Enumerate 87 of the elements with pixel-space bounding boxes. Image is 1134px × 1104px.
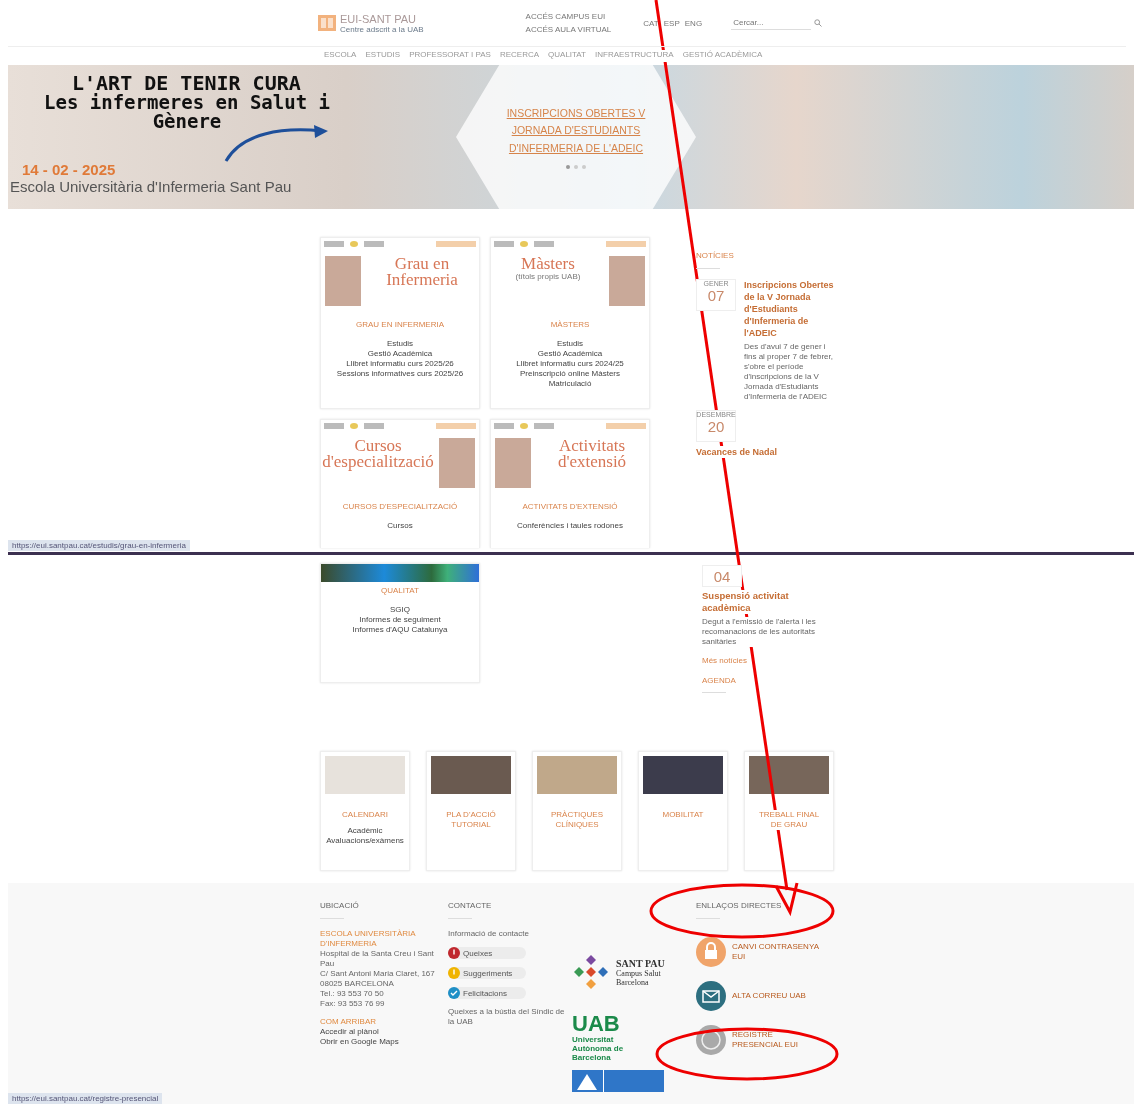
program-heading-link[interactable]: CURSOS D'ESPECIALITZACIÓ	[342, 502, 458, 511]
program-link[interactable]: SGIQ	[390, 605, 410, 614]
more-news-link[interactable]: Més notícies	[702, 656, 747, 665]
search-field[interactable]: Cercar...	[731, 16, 812, 30]
program-link[interactable]: Preinscripció online Màsters	[519, 369, 620, 378]
map-link[interactable]: Accedir al plànol	[320, 1027, 448, 1037]
language-link[interactable]: ENG	[684, 18, 703, 28]
footer-heading: CONTACTE	[448, 901, 493, 910]
nav-item[interactable]: INFRAESTRUCTURA	[595, 50, 674, 62]
language-link[interactable]: ESP	[663, 18, 680, 28]
direct-link[interactable]: CANVI CONTRASENYA EUI	[732, 942, 824, 962]
banner-title: L'ART DE TENIR CURA	[72, 73, 301, 93]
photo-placeholder	[495, 438, 531, 488]
slide-link[interactable]: INSCRIPCIONS OBERTES V JORNADA D'ESTUDIANTS D'INFERMERIA DE L'ADEIC	[506, 104, 646, 158]
address-line: 08025 BARCELONA	[320, 979, 395, 989]
banner-date: 14 - 02 - 2025	[22, 161, 117, 178]
exclamation-icon	[448, 947, 460, 959]
program-heading-link[interactable]: GRAU EN INFERMERIA	[356, 320, 444, 329]
partner-name: UAB	[572, 1013, 621, 1035]
program-image-title: Màsters	[520, 256, 576, 272]
top-link[interactable]: ACCÉS AULA VIRTUAL	[525, 25, 636, 34]
bulb-icon	[448, 967, 460, 979]
address-line: C/ Sant Antoni Maria Claret, 167	[320, 969, 436, 979]
footer-subheading: COM ARRIBAR	[320, 1017, 377, 1027]
diamond-logo-icon	[572, 953, 610, 991]
program-link[interactable]: Llibret informatiu curs 2024/25	[516, 359, 624, 368]
envelope-icon[interactable]	[696, 981, 726, 1011]
program-link[interactable]: Gestió Acadèmica	[367, 349, 433, 358]
program-link[interactable]: Llibret informatiu curs 2025/26	[346, 359, 454, 368]
map-link[interactable]: Obrir en Google Maps	[320, 1037, 448, 1047]
program-heading-link[interactable]: ACTIVITATS D'EXTENSIÓ	[522, 502, 618, 511]
news-title-link[interactable]: Inscripcions Obertes de la V Jornada d'Estudiants d'Infermeria de l'ADEIC	[744, 279, 836, 339]
banner-school-name: Escola Universitària d'Infermeria Sant Pau	[10, 178, 293, 195]
banner-subtitle: Les infermeres en Salut i Gènere	[43, 93, 331, 131]
carousel-dot[interactable]	[574, 165, 578, 170]
status-url: https://eui.santpau.cat/estudis/grau-en-infermeria	[8, 540, 190, 551]
check-icon	[448, 987, 460, 999]
direct-link[interactable]: ALTA CORREU UAB	[732, 991, 824, 1001]
photo-placeholder	[609, 256, 645, 306]
address-line: Tel.: 93 553 70 50	[320, 989, 385, 999]
program-link[interactable]: Informes de seguiment	[359, 615, 441, 624]
feedback-button[interactable]: Felicitacions	[448, 987, 526, 999]
feedback-button[interactable]: Queixes	[448, 947, 526, 959]
program-image-title: Activitats d'extensió	[556, 438, 628, 470]
program-link[interactable]: Gestió Acadèmica	[537, 349, 603, 358]
photo-placeholder	[325, 256, 361, 306]
seal-icon[interactable]	[696, 1025, 726, 1055]
address-line: Hospital de la Santa Creu i Sant Pau	[320, 949, 435, 969]
program-image-subtitle: (títols propis UAB)	[514, 272, 582, 281]
footer-note: Queixes a la bústia del Síndic de la UAB	[448, 1007, 566, 1027]
feedback-button[interactable]: Suggeriments	[448, 967, 526, 979]
footer-heading: UBICACIÓ	[320, 901, 360, 910]
carousel-dot[interactable]	[582, 165, 586, 170]
carousel-dot[interactable]	[566, 165, 570, 170]
program-link[interactable]: Sessions informatives curs 2025/26	[336, 369, 464, 378]
lock-icon[interactable]	[696, 937, 726, 967]
photo-placeholder	[439, 438, 475, 488]
program-link[interactable]: Conferències i taules rodones	[517, 521, 623, 530]
service-link[interactable]: Avaluacions/exàmens	[326, 836, 404, 846]
status-url: https://eui.santpau.cat/registre-presencial	[8, 1093, 163, 1104]
program-link[interactable]: Cursos	[387, 521, 413, 530]
contact-link[interactable]: Informació de contacte	[448, 929, 566, 939]
language-link[interactable]: CAT	[643, 18, 659, 28]
program-link[interactable]: Matriculació	[548, 379, 592, 388]
program-link[interactable]: Estudis	[556, 339, 584, 348]
search-icon[interactable]	[814, 19, 823, 27]
partner-subtitle: Campus Salut Barcelona	[616, 968, 662, 987]
program-link[interactable]: Estudis	[386, 339, 414, 348]
program-link[interactable]: Informes d'AQU Catalunya	[352, 625, 448, 634]
logo-title[interactable]: EUI-SANT PAU	[340, 12, 424, 25]
top-link[interactable]: ACCÉS CAMPUS EUI	[525, 12, 636, 21]
program-image-title: Cursos d'especialització	[321, 438, 435, 470]
service-link[interactable]: Acadèmic	[347, 826, 383, 836]
address-line: Fax: 93 553 76 99	[320, 999, 386, 1009]
nav-item[interactable]: QUALITAT	[548, 50, 586, 62]
program-heading-link[interactable]: MÀSTERS	[550, 320, 590, 329]
news-excerpt: Des d'avui 7 de gener i fins al proper 7 de febrer, s'obre el període d'inscripcions de la V Jornada d'Estudiants d'Infermeria de l'ADEIC	[744, 342, 836, 402]
direct-link[interactable]: REGISTRE PRESENCIAL EUI	[732, 1030, 824, 1050]
section-heading: AGENDA	[702, 676, 736, 685]
partner-subtitle: Universitat Autònoma de Barcelona	[572, 1035, 625, 1062]
school-name: ESCOLA UNIVERSITÀRIA D'INFERMERIA	[320, 929, 417, 949]
partner-name: SANT PAU	[616, 957, 666, 969]
logo-subtitle: Centre adscrit a la UAB	[340, 24, 424, 34]
program-heading-link[interactable]: QUALITAT	[381, 586, 419, 595]
program-image-title: Grau en Infermeria	[385, 256, 459, 288]
logo-icon	[318, 15, 336, 31]
date-badge: 04	[702, 565, 742, 587]
